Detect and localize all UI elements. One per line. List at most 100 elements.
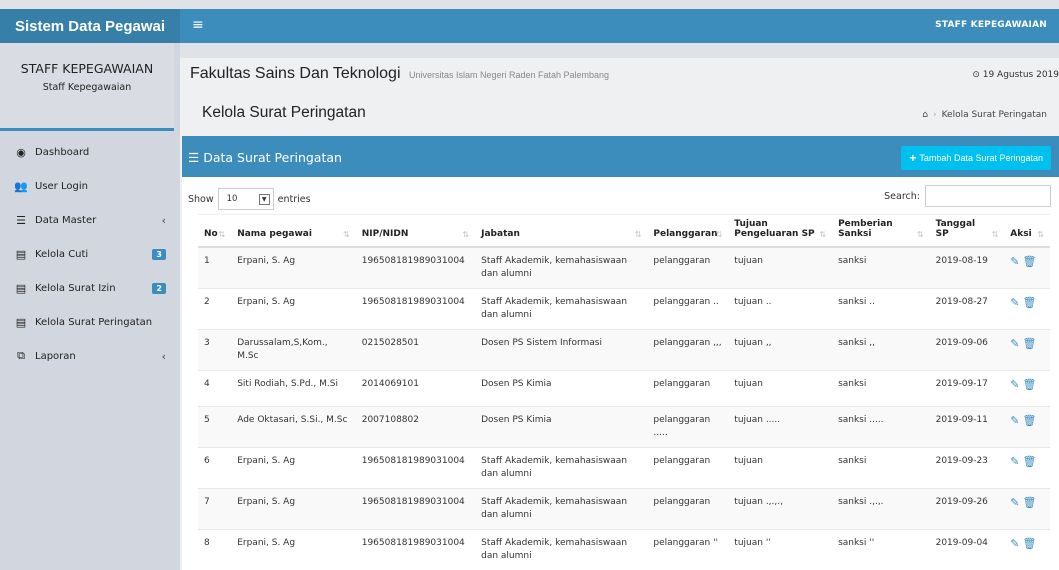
- column-header-label: Jabatan: [481, 229, 520, 239]
- user-name: STAFF KEPEGAWAIAN: [20, 61, 154, 76]
- trash-icon[interactable]: 🗑: [1023, 414, 1037, 427]
- add-button-label: Tambah Data Surat Peringatan: [919, 153, 1043, 163]
- action-cell: ✎ 🗑: [1004, 246, 1050, 289]
- table-cell: 2019-08-27: [929, 288, 1005, 330]
- table-cell: sanksi: [832, 370, 930, 407]
- hamburger-icon[interactable]: ≡: [192, 18, 204, 32]
- table-cell: sanksi '': [832, 529, 930, 570]
- trash-icon[interactable]: 🗑: [1023, 255, 1037, 268]
- sidebar-item-kelola-surat-peringatan[interactable]: ▤ Kelola Surat Peringatan: [0, 305, 180, 339]
- table-icon: ▤: [15, 315, 27, 329]
- app-brand[interactable]: Sistem Data Pegawai: [0, 9, 180, 43]
- sidebar-menu: ◉ Dashboard 👥 User Login ☰ Data Master ‹ ▤ Kelol…: [0, 135, 180, 373]
- chevron-left-icon: ‹: [161, 349, 166, 363]
- trash-icon[interactable]: 🗑: [1023, 496, 1037, 509]
- sort-icon: ⇅: [1037, 230, 1044, 239]
- table-cell: 196508181989031004: [355, 246, 476, 289]
- column-header[interactable]: Jabatan ⇅: [475, 214, 648, 248]
- breadcrumb-current: Kelola Surat Peringatan: [941, 110, 1047, 120]
- sidebar-item-label: User Login: [35, 180, 88, 192]
- action-cell: ✎ 🗑: [1004, 370, 1050, 407]
- table-cell: 2019-09-23: [929, 447, 1005, 489]
- table-cell: pelanggaran ..: [647, 288, 729, 330]
- table-cell: 6: [198, 447, 232, 489]
- faculty-header: Fakultas Sains Dan Teknologi Universitas…: [180, 58, 1059, 93]
- table-cell: Darussalam,S,Kom., M.Sc: [231, 329, 356, 371]
- add-warning-letter-button[interactable]: + Tambah Data Surat Peringatan: [901, 146, 1051, 170]
- edit-icon[interactable]: ✎: [1010, 455, 1019, 468]
- sort-asc-icon: ⇅: [218, 230, 226, 239]
- table-cell: Staff Akademik, kemahasiswaan dan alumni: [475, 488, 648, 530]
- table-cell: 2007108802: [355, 406, 476, 448]
- column-header[interactable]: Tujuan Pengeluaran SP ⇅: [728, 214, 833, 248]
- users-icon: 👥: [14, 179, 28, 193]
- column-header[interactable]: Nama pegawai ⇅: [231, 214, 356, 248]
- table-cell: 196508181989031004: [355, 529, 476, 570]
- table-cell: 3: [198, 329, 232, 371]
- copy-icon: ⧉: [17, 349, 25, 362]
- table-row: 7 Erpani, S. Ag 196508181989031004 Staff Ak…: [198, 488, 1050, 530]
- table-body: 1 Erpani, S. Ag 196508181989031004 Staff Ak…: [198, 246, 1050, 570]
- sidebar: STAFF KEPEGAWAIAN Staff Kepegawaian ◉ Das…: [0, 43, 180, 570]
- table-cell: Siti Rodiah, S.Pd., M.Si: [231, 370, 356, 407]
- table-cell: Dosen PS Sistem Informasi: [475, 329, 648, 371]
- page-size-value: 10: [226, 194, 238, 204]
- user-menu[interactable]: STAFF KEPEGAWAIAN: [935, 20, 1047, 30]
- column-header[interactable]: Aksi ⇅: [1004, 214, 1050, 248]
- count-badge: 3: [152, 248, 166, 260]
- table-cell: Erpani, S. Ag: [231, 529, 356, 570]
- table-cell: pelanggaran .....: [647, 406, 729, 448]
- box-title-text: Data Surat Peringatan: [203, 150, 342, 165]
- trash-icon[interactable]: 🗑: [1023, 537, 1037, 550]
- table-row: 5 Ade Oktasari, S.Si., M.Sc 2007108802 Dose…: [198, 406, 1050, 448]
- search-input[interactable]: [925, 185, 1051, 207]
- table-cell: 2019-09-06: [929, 329, 1005, 371]
- sidebar-item-user-login[interactable]: 👥 User Login: [0, 169, 180, 203]
- sidebar-item-data-master[interactable]: ☰ Data Master ‹: [0, 203, 180, 237]
- table-cell: pelanggaran ,,,: [647, 329, 729, 371]
- sidebar-item-label: Kelola Surat Izin: [35, 282, 116, 294]
- table-cell: sanksi .,.,.: [832, 488, 930, 530]
- column-header-label: Pemberian Sanksi: [838, 219, 893, 239]
- table-cell: 8: [198, 529, 232, 570]
- edit-icon[interactable]: ✎: [1010, 337, 1019, 350]
- table-cell: tujuan .,.,.,: [728, 488, 833, 530]
- list-icon: ☰: [16, 213, 26, 227]
- dashboard-icon: ◉: [16, 145, 26, 159]
- user-role: Staff Kepegawaian: [42, 82, 132, 93]
- table-cell: Staff Akademik, kemahasiswaan dan alumni: [475, 529, 648, 570]
- column-header[interactable]: No ⇅: [198, 214, 232, 248]
- trash-icon[interactable]: 🗑: [1023, 296, 1037, 309]
- trash-icon[interactable]: 🗑: [1023, 378, 1037, 391]
- sidebar-item-kelola-cuti[interactable]: ▤ Kelola Cuti 3: [0, 237, 180, 271]
- home-icon[interactable]: ⌂: [922, 110, 928, 120]
- table-controls: Show 10 ▼ entries Search:: [182, 177, 1059, 214]
- trash-icon[interactable]: 🗑: [1023, 455, 1037, 468]
- trash-icon[interactable]: 🗑: [1023, 337, 1037, 350]
- column-header[interactable]: NIP/NIDN ⇅: [355, 214, 476, 248]
- column-header-label: NIP/NIDN: [361, 229, 409, 239]
- table-cell: Erpani, S. Ag: [231, 246, 356, 289]
- table-cell: Dosen PS Kimia: [475, 370, 648, 407]
- edit-icon[interactable]: ✎: [1010, 496, 1019, 509]
- edit-icon[interactable]: ✎: [1010, 378, 1019, 391]
- edit-icon[interactable]: ✎: [1010, 296, 1019, 309]
- column-header[interactable]: Pemberian Sanksi ⇅: [832, 214, 930, 248]
- table-cell: 196508181989031004: [355, 288, 476, 330]
- sidebar-item-kelola-surat-izin[interactable]: ▤ Kelola Surat Izin 2: [0, 271, 180, 305]
- column-header-label: Aksi: [1010, 229, 1032, 239]
- column-header[interactable]: Tanggal SP ⇅: [929, 214, 1005, 248]
- edit-icon[interactable]: ✎: [1010, 414, 1019, 427]
- edit-icon[interactable]: ✎: [1010, 537, 1019, 550]
- table-cell: 2019-09-11: [929, 406, 1005, 448]
- action-cell: ✎ 🗑: [1004, 488, 1050, 530]
- sidebar-item-laporan[interactable]: ⧉ Laporan ‹: [0, 339, 180, 373]
- table-cell: pelanggaran: [647, 447, 729, 489]
- column-header-label: No: [204, 229, 218, 239]
- page-size-select[interactable]: 10 ▼: [217, 188, 274, 210]
- column-header[interactable]: Pelanggaran ⇅: [647, 214, 729, 248]
- edit-icon[interactable]: ✎: [1010, 255, 1019, 268]
- faculty-title: Fakultas Sains Dan Teknologi Universitas…: [190, 65, 609, 83]
- sidebar-item-dashboard[interactable]: ◉ Dashboard: [0, 135, 180, 169]
- table-cell: tujuan '': [728, 529, 833, 570]
